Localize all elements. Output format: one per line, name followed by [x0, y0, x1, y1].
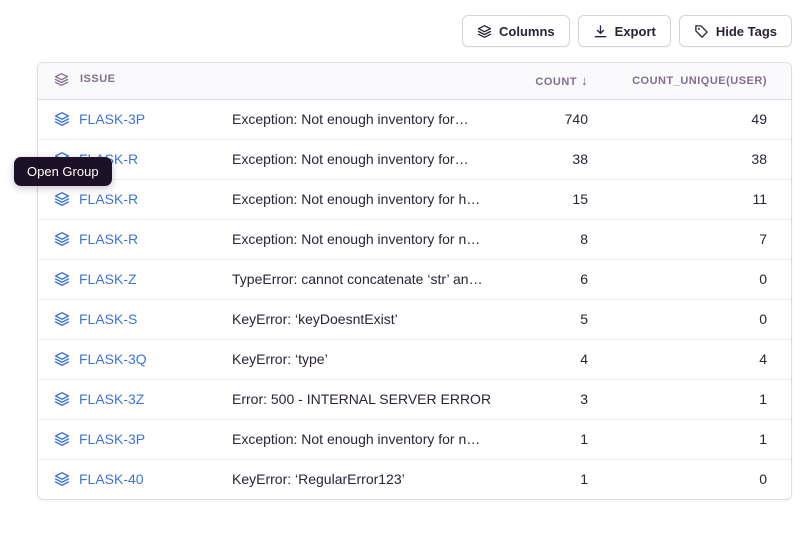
- count-unique-value: 0: [604, 259, 791, 299]
- column-header-title: [216, 63, 494, 99]
- issue-link[interactable]: FLASK-3Q: [79, 351, 147, 367]
- count-value: 3: [494, 379, 604, 419]
- table-row: FLASK-3Q KeyError: ‘type’ 4 4: [38, 339, 791, 379]
- column-header-issue-label: ISSUE: [80, 73, 116, 85]
- table-body: FLASK-3P Exception: Not enough inventory…: [38, 99, 791, 499]
- count-unique-value: 4: [604, 339, 791, 379]
- issue-title: Error: 500 - INTERNAL SERVER ERROR: [216, 379, 494, 419]
- tag-icon: [694, 24, 709, 39]
- table-row: FLASK-R Exception: Not enough inventory …: [38, 179, 791, 219]
- issue-link[interactable]: FLASK-Z: [79, 271, 137, 287]
- count-value: 5: [494, 299, 604, 339]
- sort-descending-icon[interactable]: ↓: [581, 73, 588, 88]
- column-header-issue[interactable]: ISSUE: [38, 63, 216, 99]
- column-header-count-label: COUNT: [535, 76, 577, 88]
- issue-title: Exception: Not enough inventory for n…: [216, 419, 494, 459]
- table-row: FLASK-Z TypeError: cannot concatenate ‘s…: [38, 259, 791, 299]
- open-group-icon[interactable]: [54, 231, 70, 247]
- open-group-icon[interactable]: [54, 311, 70, 327]
- toolbar: Columns Export Hide Tags: [462, 15, 792, 47]
- issue-link[interactable]: FLASK-3P: [79, 431, 145, 447]
- count-value: 38: [494, 139, 604, 179]
- issue-link[interactable]: FLASK-40: [79, 471, 144, 487]
- open-group-icon[interactable]: [54, 431, 70, 447]
- issue-link[interactable]: FLASK-R: [79, 231, 138, 247]
- issue-title: Exception: Not enough inventory for h…: [216, 179, 494, 219]
- issue-link[interactable]: FLASK-3P: [79, 111, 145, 127]
- count-value: 6: [494, 259, 604, 299]
- layers-icon: [477, 24, 492, 39]
- count-value: 1: [494, 419, 604, 459]
- count-value: 15: [494, 179, 604, 219]
- count-value: 740: [494, 99, 604, 139]
- issue-title: KeyError: ‘keyDoesntExist’: [216, 299, 494, 339]
- column-header-count-unique-label: COUNT_UNIQUE(USER): [632, 75, 767, 87]
- open-group-icon[interactable]: [54, 391, 70, 407]
- open-group-icon[interactable]: [54, 271, 70, 287]
- count-unique-value: 7: [604, 219, 791, 259]
- open-group-icon[interactable]: [54, 191, 70, 207]
- issue-title: KeyError: ‘RegularError123’: [216, 459, 494, 499]
- issue-title: Exception: Not enough inventory for…: [216, 139, 494, 179]
- download-icon: [593, 24, 608, 39]
- issue-link[interactable]: FLASK-S: [79, 311, 137, 327]
- count-value: 8: [494, 219, 604, 259]
- table-row: FLASK-R Exception: Not enough inventory …: [38, 219, 791, 259]
- table-header: ISSUE COUNT ↓ COUNT_UNIQUE(USER): [38, 63, 791, 99]
- issue-title: Exception: Not enough inventory for…: [216, 99, 494, 139]
- open-group-icon[interactable]: [54, 471, 70, 487]
- issue-title: Exception: Not enough inventory for n…: [216, 219, 494, 259]
- table-row: FLASK-3Z Error: 500 - INTERNAL SERVER ER…: [38, 379, 791, 419]
- hide-tags-button[interactable]: Hide Tags: [679, 15, 792, 47]
- count-value: 1: [494, 459, 604, 499]
- count-unique-value: 49: [604, 99, 791, 139]
- count-unique-value: 0: [604, 459, 791, 499]
- columns-button-label: Columns: [499, 24, 555, 39]
- table-row: FLASK-3P Exception: Not enough inventory…: [38, 99, 791, 139]
- layers-icon: [54, 72, 69, 87]
- table-row: FLASK-S KeyError: ‘keyDoesntExist’ 5 0: [38, 299, 791, 339]
- table-row: FLASK-40 KeyError: ‘RegularError123’ 1 0: [38, 459, 791, 499]
- table-row: FLASK-3P Exception: Not enough inventory…: [38, 419, 791, 459]
- issue-title: TypeError: cannot concatenate ‘str’ an…: [216, 259, 494, 299]
- count-unique-value: 1: [604, 419, 791, 459]
- table-row: FLASK-R Exception: Not enough inventory …: [38, 139, 791, 179]
- count-unique-value: 11: [604, 179, 791, 219]
- issue-link[interactable]: FLASK-R: [79, 191, 138, 207]
- export-button[interactable]: Export: [578, 15, 671, 47]
- column-header-count-unique[interactable]: COUNT_UNIQUE(USER): [604, 63, 791, 99]
- hide-tags-button-label: Hide Tags: [716, 24, 777, 39]
- open-group-tooltip-label: Open Group: [27, 164, 99, 179]
- open-group-tooltip: Open Group: [14, 157, 112, 186]
- columns-button[interactable]: Columns: [462, 15, 570, 47]
- open-group-icon[interactable]: [54, 111, 70, 127]
- count-unique-value: 38: [604, 139, 791, 179]
- results-table: ISSUE COUNT ↓ COUNT_UNIQUE(USER): [37, 62, 792, 500]
- count-value: 4: [494, 339, 604, 379]
- count-unique-value: 1: [604, 379, 791, 419]
- issue-link[interactable]: FLASK-3Z: [79, 391, 144, 407]
- export-button-label: Export: [615, 24, 656, 39]
- open-group-icon[interactable]: [54, 351, 70, 367]
- issue-title: KeyError: ‘type’: [216, 339, 494, 379]
- column-header-count[interactable]: COUNT ↓: [494, 63, 604, 99]
- count-unique-value: 0: [604, 299, 791, 339]
